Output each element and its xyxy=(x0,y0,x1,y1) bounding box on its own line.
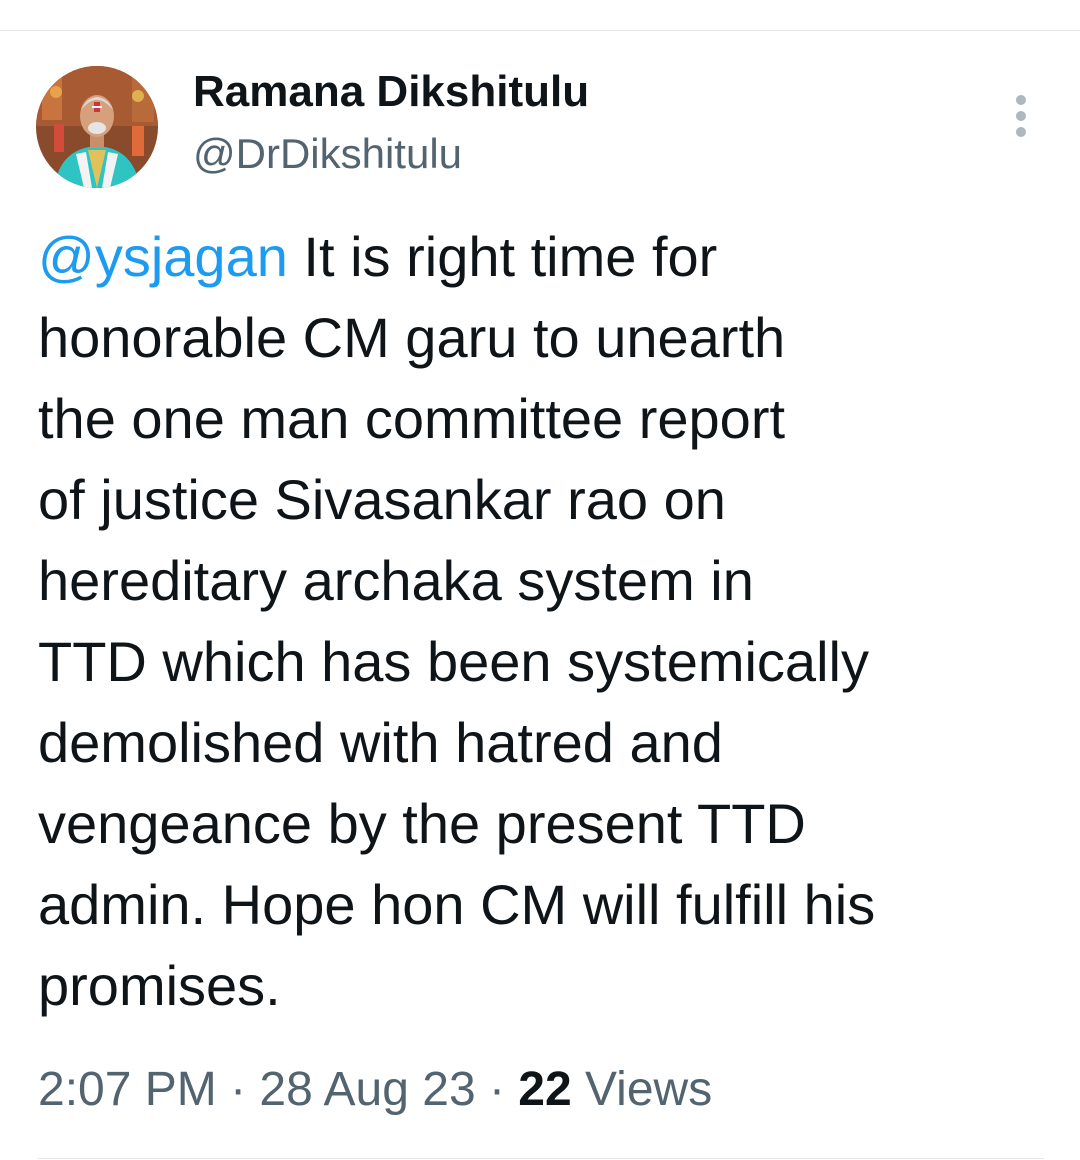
meta-separator: · xyxy=(475,1063,519,1116)
tweet-text: @ysjagan It is right time for honorable … xyxy=(38,216,1048,1026)
avatar-image xyxy=(36,66,158,188)
tweet-line: promises. xyxy=(38,954,281,1017)
bottom-divider xyxy=(38,1158,1044,1159)
author-handle[interactable]: @DrDikshitulu xyxy=(193,128,462,180)
tweet-line: the one man committee report xyxy=(38,387,786,450)
tweet-line: of justice Sivasankar rao on xyxy=(38,468,726,531)
tweet-line: TTD which has been systemically xyxy=(38,630,869,693)
tweet-line: vengeance by the present TTD xyxy=(38,792,806,855)
tweet-date[interactable]: 28 Aug 23 xyxy=(259,1063,475,1116)
more-vertical-icon xyxy=(1016,95,1026,137)
author-display-name[interactable]: Ramana Dikshitulu xyxy=(193,66,589,118)
tweet-line: demolished with hatred and xyxy=(38,711,723,774)
views-label: Views xyxy=(571,1063,713,1116)
tweet-line: hereditary archaka system in xyxy=(38,549,754,612)
tweet-meta: 2:07 PM · 28 Aug 23 · 22 Views xyxy=(38,1060,712,1120)
mention-link[interactable]: @ysjagan xyxy=(38,225,288,288)
meta-separator: · xyxy=(216,1063,260,1116)
tweet-line: admin. Hope hon CM will fulfill his xyxy=(38,873,876,936)
avatar[interactable] xyxy=(36,66,158,188)
views-count[interactable]: 22 xyxy=(518,1063,571,1116)
top-divider xyxy=(0,30,1080,31)
tweet-time[interactable]: 2:07 PM xyxy=(38,1063,217,1116)
more-options-button[interactable] xyxy=(1004,88,1038,144)
tweet-line: @ysjagan It is right time for xyxy=(38,216,1048,297)
tweet-line: honorable CM garu to unearth xyxy=(38,306,786,369)
tweet-line-text: It is right time for xyxy=(287,225,718,288)
